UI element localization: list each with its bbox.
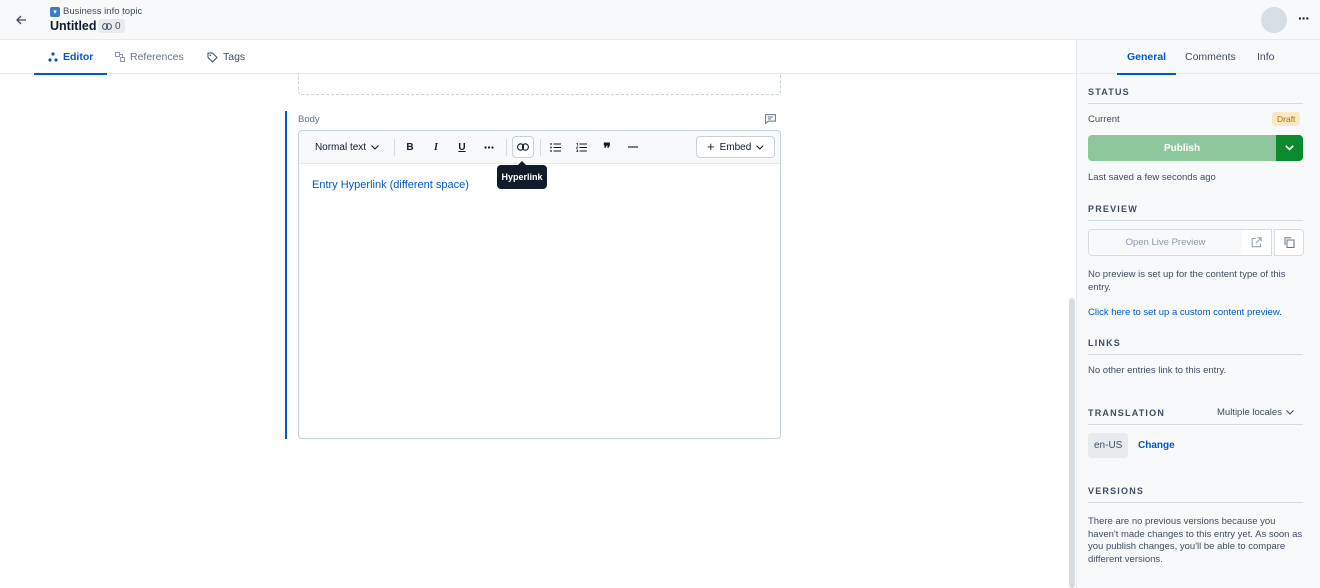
links-heading: LINKS <box>1088 338 1303 355</box>
bulleted-list-icon <box>549 142 561 152</box>
publish-options-button[interactable] <box>1276 135 1303 161</box>
more-options-button[interactable]: ··· <box>1298 10 1310 26</box>
current-status-label: Current <box>1088 114 1120 125</box>
top-bar: ▾ Business info topic Untitled 0 ··· <box>0 0 1320 40</box>
chevron-down-icon <box>371 144 379 150</box>
entry-title: Untitled <box>50 19 97 33</box>
copy-icon <box>1284 237 1294 248</box>
status-heading: STATUS <box>1088 87 1303 104</box>
horizontal-rule-icon <box>628 146 638 148</box>
embed-button[interactable]: + Embed <box>696 136 775 158</box>
horizontal-rule-button[interactable] <box>623 136 643 158</box>
field-label: Body <box>298 114 320 125</box>
locale-chip: en-US <box>1088 433 1129 458</box>
open-external-button[interactable] <box>1242 229 1272 256</box>
chevron-down-icon <box>1286 410 1294 415</box>
toolbar-divider <box>394 139 395 156</box>
field-focus-indicator <box>285 111 287 439</box>
open-live-preview-button[interactable]: Open Live Preview <box>1088 229 1243 256</box>
tab-info[interactable]: Info <box>1257 40 1275 74</box>
hyperlink-button[interactable] <box>512 136 534 158</box>
change-locale-link[interactable]: Change <box>1138 440 1175 451</box>
tab-comments[interactable]: Comments <box>1185 40 1236 74</box>
more-icon <box>484 145 494 149</box>
setup-preview-link[interactable]: Click here to set up a custom content pr… <box>1088 306 1282 319</box>
bulleted-list-button[interactable] <box>545 136 565 158</box>
rich-text-toolbar: Normal text B I U ❞ + Embed <box>299 131 780 164</box>
link-icon <box>517 143 529 151</box>
references-icon <box>115 52 125 62</box>
no-preview-text: No preview is set up for the content typ… <box>1088 269 1286 293</box>
numbered-list-icon <box>575 142 587 152</box>
sidebar-tabs: General Comments Info <box>1077 40 1320 75</box>
tab-editor[interactable]: Editor <box>33 40 108 75</box>
versions-text: There are no previous versions because y… <box>1088 516 1303 565</box>
editor-icon <box>48 52 58 62</box>
tag-icon <box>207 52 218 63</box>
bold-button[interactable]: B <box>400 136 420 158</box>
plus-icon: + <box>707 139 715 154</box>
italic-button[interactable]: I <box>426 136 446 158</box>
links-text: No other entries link to this entry. <box>1088 365 1227 376</box>
chevron-down-icon <box>756 144 764 150</box>
status-badge: Draft <box>1272 112 1301 126</box>
locale-mode-select[interactable]: Multiple locales <box>1217 407 1294 418</box>
tab-references[interactable]: References <box>115 40 184 74</box>
back-button[interactable] <box>10 9 32 31</box>
content-type-icon: ▾ <box>50 6 60 17</box>
preview-heading: PREVIEW <box>1088 204 1303 221</box>
arrow-left-icon <box>16 15 26 25</box>
chevron-down-icon <box>1285 145 1294 151</box>
editor-tabs: Editor References Tags <box>0 40 1077 75</box>
underline-button[interactable]: U <box>452 136 472 158</box>
tab-general[interactable]: General <box>1116 40 1177 75</box>
external-link-icon <box>1251 237 1262 248</box>
toolbar-divider <box>506 139 507 156</box>
quote-button[interactable]: ❞ <box>597 136 617 158</box>
more-formatting-button[interactable] <box>478 136 500 158</box>
avatar[interactable] <box>1261 7 1287 33</box>
tab-tags[interactable]: Tags <box>207 40 245 74</box>
content-type-name: ▾ Business info topic <box>50 6 142 17</box>
link-icon <box>102 22 112 30</box>
copy-preview-button[interactable] <box>1274 229 1304 256</box>
numbered-list-button[interactable] <box>571 136 591 158</box>
text-format-select[interactable]: Normal text <box>307 136 387 158</box>
hyperlink-tooltip: Hyperlink <box>497 161 547 189</box>
last-saved-text: Last saved a few seconds ago <box>1088 172 1216 183</box>
comment-icon[interactable] <box>765 114 776 124</box>
entry-hyperlink[interactable]: Entry Hyperlink (different space) <box>312 179 469 191</box>
toolbar-divider <box>540 139 541 156</box>
scrollbar[interactable] <box>1069 298 1075 588</box>
publish-button[interactable]: Publish <box>1088 135 1276 161</box>
previous-field[interactable] <box>298 74 781 95</box>
versions-heading: VERSIONS <box>1088 486 1303 503</box>
reference-count-badge: 0 <box>98 19 125 33</box>
quote-icon: ❞ <box>603 141 611 157</box>
